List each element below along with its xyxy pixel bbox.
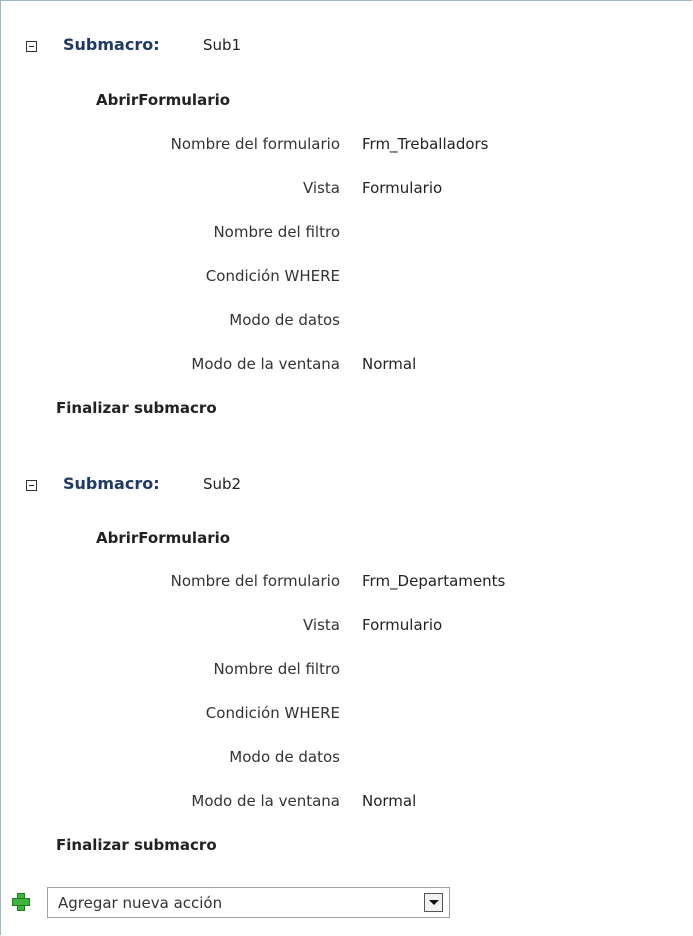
arg-label: Nombre del formulario	[170, 572, 340, 590]
action-name[interactable]: AbrirFormulario	[96, 529, 230, 547]
collapse-icon[interactable]	[26, 41, 37, 52]
arg-value[interactable]: Frm_Departaments	[362, 572, 505, 590]
action-name[interactable]: AbrirFormulario	[96, 91, 230, 109]
arg-label: Nombre del formulario	[170, 135, 340, 153]
arg-label: Vista	[303, 179, 340, 197]
submacro-keyword: Submacro:	[63, 474, 160, 493]
arg-value[interactable]: Normal	[362, 355, 416, 373]
collapse-icon[interactable]	[26, 480, 37, 491]
plus-icon[interactable]	[12, 893, 30, 911]
submacro-header[interactable]: Submacro: Sub1	[0, 34, 300, 64]
arg-label: Modo de la ventana	[191, 355, 340, 373]
arg-value[interactable]: Normal	[362, 792, 416, 810]
submacro-keyword: Submacro:	[63, 35, 160, 54]
macro-designer-panel	[0, 0, 692, 935]
end-submacro-label: Finalizar submacro	[56, 399, 217, 417]
chevron-down-icon[interactable]	[424, 893, 443, 912]
arg-label: Modo de datos	[229, 748, 340, 766]
arg-value[interactable]: Formulario	[362, 616, 442, 634]
arg-value[interactable]: Frm_Treballadors	[362, 135, 489, 153]
arg-label: Modo de la ventana	[191, 792, 340, 810]
arg-value[interactable]: Formulario	[362, 179, 442, 197]
arg-label: Nombre del filtro	[213, 223, 340, 241]
end-submacro-label: Finalizar submacro	[56, 836, 217, 854]
add-action-combobox[interactable]: Agregar nueva acción	[47, 887, 450, 918]
add-action-placeholder: Agregar nueva acción	[58, 894, 223, 912]
submacro-name[interactable]: Sub2	[203, 475, 241, 493]
arg-label: Condición WHERE	[205, 267, 340, 285]
submacro-name[interactable]: Sub1	[203, 36, 241, 54]
arg-label: Vista	[303, 616, 340, 634]
submacro-header[interactable]: Submacro: Sub2	[0, 473, 300, 503]
add-action-row: Agregar nueva acción	[0, 882, 693, 922]
arg-label: Nombre del filtro	[213, 660, 340, 678]
arg-label: Condición WHERE	[205, 704, 340, 722]
arg-label: Modo de datos	[229, 311, 340, 329]
